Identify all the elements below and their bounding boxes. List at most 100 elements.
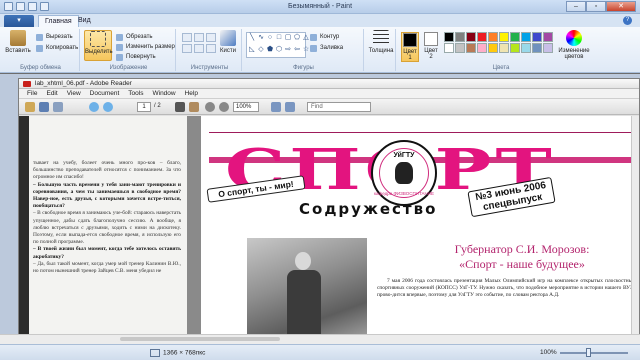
palette-swatch[interactable] <box>455 32 465 42</box>
palette-swatch[interactable] <box>477 43 487 53</box>
palette-swatch[interactable] <box>477 32 487 42</box>
logo-abbreviation: УйГТУ <box>393 152 415 159</box>
eraser-icon[interactable] <box>182 44 192 53</box>
arrow-left-shape-icon[interactable]: ⇦ <box>293 46 301 57</box>
left-page-text: тывает на учебу, болеет очень много про-… <box>33 160 181 275</box>
clipboard-group-label: Буфер обмена <box>20 65 61 71</box>
select-button[interactable]: Выделить <box>84 30 113 61</box>
palette-swatch[interactable] <box>499 43 509 53</box>
edit-colors-button[interactable]: Изменение цветов <box>554 30 594 61</box>
interview-question-1: – Большую часть времени у тебя зани-мают… <box>33 181 181 210</box>
zoom-slider[interactable] <box>560 352 628 354</box>
paste-icon <box>10 30 26 46</box>
color1-swatch <box>403 33 417 47</box>
reader-menu-view: View <box>66 90 81 97</box>
cut-button[interactable]: Вырезать <box>36 33 73 42</box>
canvas-horizontal-scrollbar[interactable] <box>0 334 640 344</box>
reader-fit-width-icon <box>285 102 295 112</box>
palette-swatch[interactable] <box>543 43 553 53</box>
status-bar: 1366 × 768пкс 100% <box>0 344 640 360</box>
reader-vertical-scrollbar <box>631 116 639 338</box>
article-headline: Губернатор С.И. Морозов: «Спорт - наше б… <box>407 242 637 272</box>
palette-swatch[interactable] <box>466 43 476 53</box>
reader-select-icon <box>175 102 185 112</box>
paste-label: Вставить <box>5 48 31 54</box>
paste-button[interactable]: Вставить <box>4 30 32 61</box>
photo-figure-head <box>295 252 311 270</box>
color-picker-icon[interactable] <box>194 44 204 53</box>
window-title: Безымянный - Paint <box>287 3 353 10</box>
image-group: Выделить Обрезать Изменить размер Поверн… <box>82 29 176 71</box>
palette-swatch[interactable] <box>510 32 520 42</box>
line-shape-icon[interactable]: ╲ <box>248 34 256 45</box>
triangle-shape-icon[interactable]: △ <box>302 34 310 45</box>
palette-swatch[interactable] <box>466 32 476 42</box>
polygon-shape-icon[interactable]: ⬠ <box>293 34 301 45</box>
reader-menu-document: Document <box>89 90 120 97</box>
close-button[interactable]: ✕ <box>606 1 636 12</box>
reader-zoom-out-icon <box>205 102 215 112</box>
palette-swatch[interactable] <box>444 43 454 53</box>
ribbon-tabs: ▾ Главная Вид ? <box>0 14 640 27</box>
file-menu-button[interactable]: ▾ <box>4 15 34 27</box>
fill-icon[interactable] <box>194 33 204 42</box>
zoom-level: 100% <box>540 349 557 356</box>
tab-view[interactable]: Вид <box>72 15 97 27</box>
tools-group-label: Инструменты <box>190 65 229 71</box>
colors-group: Цвет 1 Цвет 2 Изменение цветов Цвета <box>398 29 604 71</box>
color1-button[interactable]: Цвет 1 <box>401 32 419 62</box>
rounded-rect-shape-icon[interactable]: ▢ <box>284 34 292 45</box>
palette-swatch[interactable] <box>521 43 531 53</box>
rect-shape-icon[interactable]: □ <box>275 34 283 45</box>
color2-button[interactable]: Цвет 2 <box>422 32 440 62</box>
palette-swatch[interactable] <box>488 32 498 42</box>
palette-swatch[interactable] <box>510 43 520 53</box>
right-triangle-shape-icon[interactable]: ◺ <box>248 46 256 57</box>
minimize-button[interactable]: – <box>566 1 586 12</box>
right-page: СПОРТ УйГТУ кафедра ФИЗВОСПИТАНИЕ О спор… <box>201 116 639 347</box>
zoom-slider-knob[interactable] <box>586 348 591 357</box>
maximize-button[interactable]: ▫ <box>586 1 606 12</box>
reader-title: lab_xhtml_06.pdf - Adobe Reader <box>19 79 639 89</box>
fill-button[interactable]: Заливка <box>310 44 343 53</box>
palette-swatch[interactable] <box>521 32 531 42</box>
paint-canvas-area[interactable]: lab_xhtml_06.pdf - Adobe Reader File Edi… <box>0 74 640 347</box>
arrow-right-shape-icon[interactable]: ⇨ <box>284 46 292 57</box>
curve-shape-icon[interactable]: ∿ <box>257 34 265 45</box>
resize-button[interactable]: Изменить размер <box>116 43 175 52</box>
help-icon[interactable]: ? <box>623 16 632 25</box>
window-controls: – ▫ ✕ <box>566 1 636 12</box>
palette-swatch[interactable] <box>543 32 553 42</box>
pentagon-shape-icon[interactable]: ⬟ <box>266 46 274 57</box>
reader-document-view: тывает на учебу, болеет очень много про-… <box>19 116 639 347</box>
reader-next-page-icon <box>103 102 113 112</box>
color-palette <box>444 32 553 53</box>
left-page: тывает на учебу, болеет очень много про-… <box>19 116 187 347</box>
outline-button[interactable]: Контур <box>310 33 339 42</box>
star-shape-icon[interactable]: ☆ <box>302 46 310 57</box>
palette-swatch[interactable] <box>455 43 465 53</box>
size-button[interactable]: Толщина <box>367 30 395 61</box>
logo-ring-text: кафедра ФИЗВОСПИТАНИЕ <box>373 191 435 196</box>
reader-prev-page-icon <box>89 102 99 112</box>
palette-swatch[interactable] <box>488 43 498 53</box>
palette-swatch[interactable] <box>532 43 542 53</box>
rotate-button[interactable]: Повернуть <box>116 53 156 62</box>
pasted-reader-screenshot[interactable]: lab_xhtml_06.pdf - Adobe Reader File Edi… <box>18 78 640 347</box>
palette-swatch[interactable] <box>499 32 509 42</box>
oval-shape-icon[interactable]: ○ <box>266 34 274 45</box>
hexagon-shape-icon[interactable]: ⬡ <box>275 46 283 57</box>
palette-swatch[interactable] <box>444 32 454 42</box>
image-group-label: Изображение <box>109 65 148 71</box>
shapes-gallery[interactable]: ╲ ∿ ○ □ ▢ ⬠ △ ◺ ◇ ⬟ ⬡ ⇨ ⇦ ☆ <box>246 32 309 58</box>
crop-button[interactable]: Обрезать <box>116 33 152 42</box>
diamond-shape-icon[interactable]: ◇ <box>257 46 265 57</box>
copy-button[interactable]: Копировать <box>36 44 78 53</box>
ribbon: Вставить Вырезать Копировать Буфер обмен… <box>0 27 640 73</box>
scrollbar-thumb[interactable] <box>120 337 280 341</box>
palette-swatch[interactable] <box>532 32 542 42</box>
select-icon <box>90 31 106 47</box>
reader-zoom-field: 100% <box>233 102 259 112</box>
pencil-icon[interactable] <box>182 33 192 42</box>
brushes-button[interactable]: Кисти <box>214 30 242 61</box>
